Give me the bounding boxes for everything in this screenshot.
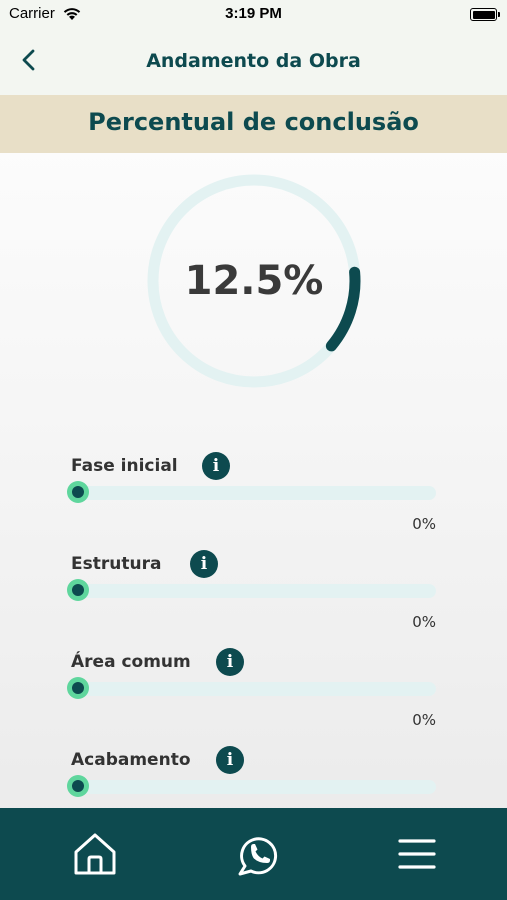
home-icon[interactable] (71, 830, 119, 878)
phase-label: Área comum (71, 652, 191, 672)
phase-progress-knob (67, 775, 89, 797)
phase-percent: 0% (412, 613, 436, 631)
menu-icon[interactable] (394, 830, 442, 878)
phase-progress-track (68, 584, 436, 598)
phase-area-comum: Área comum i 0% (67, 648, 438, 742)
battery-icon (470, 8, 500, 21)
info-icon[interactable]: i (216, 746, 244, 774)
phase-percent: 0% (412, 711, 436, 729)
status-bar: Carrier 3:19 PM (0, 0, 507, 30)
whatsapp-icon[interactable] (234, 830, 282, 878)
info-icon[interactable]: i (216, 648, 244, 676)
phase-label: Fase inicial (71, 456, 178, 476)
phase-label: Acabamento (71, 750, 191, 770)
completion-percent: 12.5% (184, 258, 324, 304)
phase-progress-knob (67, 579, 89, 601)
tab-bar (0, 808, 507, 900)
phase-percent: 0% (412, 515, 436, 533)
page-title: Andamento da Obra (146, 50, 361, 72)
phase-fase-inicial: Fase inicial i 0% (67, 452, 438, 546)
section-header: Percentual de conclusão (0, 95, 507, 153)
phase-label: Estrutura (71, 554, 162, 574)
phase-estrutura: Estrutura i 0% (67, 550, 438, 644)
phase-progress-track (68, 682, 436, 696)
info-icon[interactable]: i (202, 452, 230, 480)
phase-progress-knob (67, 481, 89, 503)
phase-progress-track (68, 486, 436, 500)
clock: 3:19 PM (225, 5, 282, 22)
completion-ring: 12.5% (147, 174, 361, 388)
section-heading: Percentual de conclusão (88, 108, 419, 136)
navigation-bar: Andamento da Obra (0, 30, 507, 95)
phase-progress-knob (67, 677, 89, 699)
info-icon[interactable]: i (190, 550, 218, 578)
phase-progress-track (68, 780, 436, 794)
